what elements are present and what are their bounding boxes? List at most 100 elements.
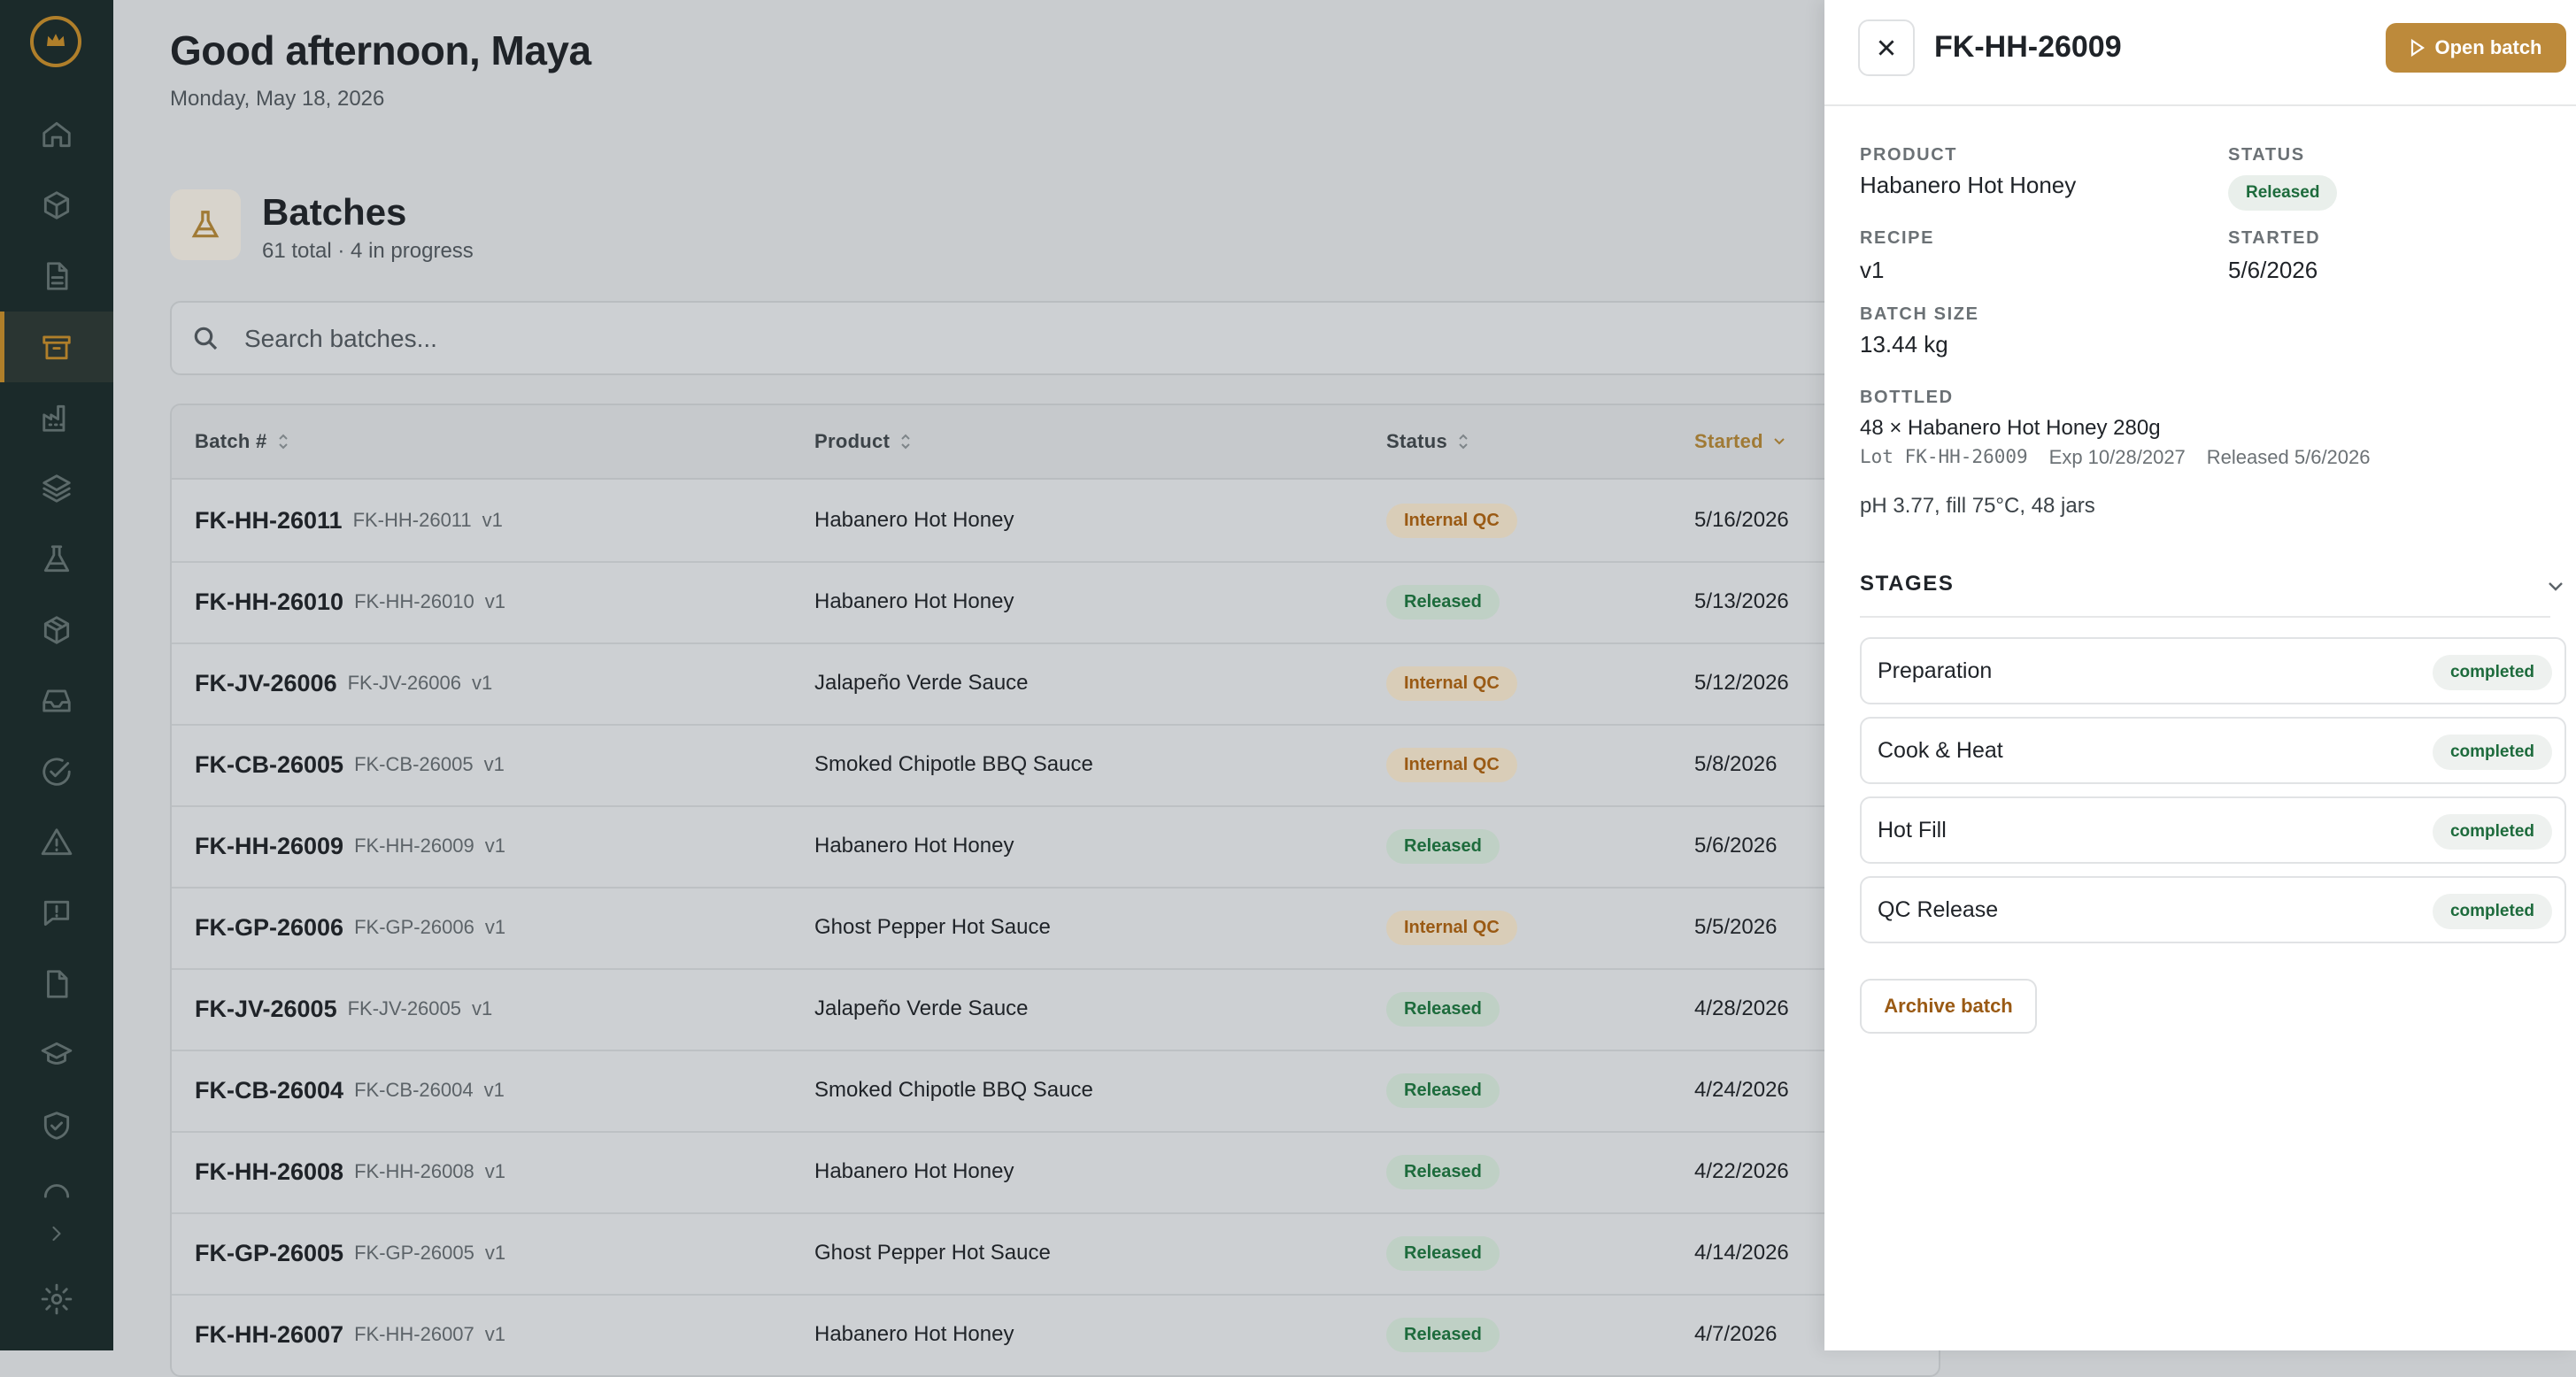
sidebar-item-issues[interactable] xyxy=(0,878,113,949)
status-cell: Released xyxy=(1386,1294,1500,1375)
file-icon xyxy=(47,970,68,998)
sidebar-item-documents[interactable] xyxy=(0,949,113,1019)
sidebar-item-inbox[interactable] xyxy=(0,665,113,736)
table-row[interactable]: FK-HH-26009 FK-HH-26009 v1 Habanero Hot Hon… xyxy=(172,805,1939,889)
sidebar-item-products[interactable] xyxy=(0,170,113,241)
batch-code: FK-HH-26010 xyxy=(354,590,474,612)
recipe-version: v1 xyxy=(484,1323,506,1345)
column-header-started[interactable]: Started xyxy=(1694,430,1786,453)
check-circle-icon xyxy=(42,758,71,786)
sidebar-item-quality[interactable] xyxy=(0,736,113,807)
status-cell: Released xyxy=(1386,805,1500,887)
batch-number: FK-CB-26004 xyxy=(195,1076,344,1104)
batch-size-value: 13.44 kg xyxy=(1860,331,1948,358)
batch-code: FK-HH-26008 xyxy=(354,1160,474,1182)
product-label: PRODUCT xyxy=(1860,145,1958,165)
table-row[interactable]: FK-HH-26011 FK-HH-26011 v1 Habanero Hot Hon… xyxy=(172,480,1939,563)
open-batch-button[interactable]: Open batch xyxy=(2386,23,2566,73)
sidebar-item-production[interactable] xyxy=(0,382,113,453)
stages-section-toggle[interactable]: STAGES xyxy=(1860,570,2563,618)
product-cell: Jalapeño Verde Sauce xyxy=(814,671,1029,695)
batch-code: FK-CB-26005 xyxy=(354,753,474,775)
column-header-batch[interactable]: Batch # xyxy=(195,430,290,453)
lot-number: Lot FK-HH-26009 xyxy=(1860,446,2028,467)
column-header-status[interactable]: Status xyxy=(1386,430,1470,453)
table-row[interactable]: FK-GP-26006 FK-GP-26006 v1 Ghost Pepper Hot… xyxy=(172,887,1939,970)
sidebar-item-alerts[interactable] xyxy=(0,807,113,878)
stage-item[interactable]: Cook & Heat completed xyxy=(1860,717,2566,784)
table-row[interactable]: FK-GP-26005 FK-GP-26005 v1 Ghost Pepper Hot… xyxy=(172,1212,1939,1296)
released-date: Released 5/6/2026 xyxy=(2206,446,2371,468)
brand-logo[interactable] xyxy=(30,16,81,67)
status-badge: Internal QC xyxy=(1386,503,1517,538)
batch-number: FK-HH-26007 xyxy=(195,1320,344,1348)
sidebar-item-lab[interactable] xyxy=(0,524,113,595)
sidebar-item-home[interactable] xyxy=(0,99,113,170)
stage-item[interactable]: Hot Fill completed xyxy=(1860,796,2566,864)
warning-icon xyxy=(41,828,73,856)
close-drawer-button[interactable] xyxy=(1858,19,1915,76)
recipe-version: v1 xyxy=(484,590,506,612)
lot-details: Lot FK-HH-26009 Exp 10/28/2027 Released … xyxy=(1860,446,2371,469)
sidebar-item-packages[interactable] xyxy=(0,595,113,665)
status-badge: Released xyxy=(1386,1073,1500,1108)
batch-number: FK-HH-26008 xyxy=(195,1158,344,1185)
batch-code: FK-JV-26005 xyxy=(347,997,461,1019)
sidebar-expand-button[interactable] xyxy=(0,1198,113,1269)
started-cell: 4/7/2026 xyxy=(1694,1322,1778,1346)
batch-number: FK-CB-26005 xyxy=(195,750,344,778)
recipe-version: v1 xyxy=(472,672,493,694)
recipe-version: v1 xyxy=(472,997,493,1019)
table-row[interactable]: FK-HH-26010 FK-HH-26010 v1 Habanero Hot Hon… xyxy=(172,561,1939,644)
product-cell: Habanero Hot Honey xyxy=(814,1322,1014,1346)
status-label: STATUS xyxy=(2228,145,2305,165)
sidebar-item-training[interactable] xyxy=(0,1019,113,1090)
chevron-down-icon xyxy=(2549,582,2563,591)
batch-cell: FK-GP-26006 FK-GP-26006 v1 xyxy=(195,887,505,968)
recipe-version: v1 xyxy=(484,916,506,938)
search-input[interactable] xyxy=(243,315,1839,363)
sidebar-item-recipes[interactable] xyxy=(0,241,113,312)
status-badge: Internal QC xyxy=(1386,747,1517,782)
table-row[interactable]: FK-HH-26007 FK-HH-26007 v1 Habanero Hot Hon… xyxy=(172,1294,1939,1375)
batch-notes: pH 3.77, fill 75°C, 48 jars xyxy=(1860,494,2095,518)
batch-cell: FK-HH-26011 FK-HH-26011 v1 xyxy=(195,480,503,561)
status-cell: Internal QC xyxy=(1386,724,1517,805)
bottled-value: 48 × Habanero Hot Honey 280g xyxy=(1860,416,2161,440)
flask-icon xyxy=(191,211,220,238)
stage-item[interactable]: Preparation completed xyxy=(1860,637,2566,704)
page-greeting: Good afternoon, Maya xyxy=(170,27,591,73)
table-header: Batch # Product Status Started xyxy=(172,405,1939,480)
sidebar-item-more[interactable] xyxy=(0,1165,113,1200)
status-badge: Released xyxy=(1386,584,1500,619)
table-row[interactable]: FK-CB-26004 FK-CB-26004 v1 Smoked Chipotle … xyxy=(172,1050,1939,1133)
document-icon xyxy=(47,262,68,290)
batch-number: FK-GP-26006 xyxy=(195,913,344,941)
crown-icon xyxy=(47,34,65,46)
stage-name: Preparation xyxy=(1878,658,1993,683)
sidebar-item-settings[interactable] xyxy=(0,1264,113,1335)
archive-batch-button[interactable]: Archive batch xyxy=(1860,979,2037,1034)
batch-detail-drawer: FK-HH-26009 Open batch PRODUCT Habanero … xyxy=(1824,0,2576,1350)
stage-item[interactable]: QC Release completed xyxy=(1860,876,2566,943)
sidebar-item-compliance[interactable] xyxy=(0,1090,113,1161)
sidebar-item-inventory[interactable] xyxy=(0,453,113,524)
batch-code: FK-HH-26011 xyxy=(352,509,472,531)
column-header-product[interactable]: Product xyxy=(814,430,913,453)
table-row[interactable]: FK-JV-26005 FK-JV-26005 v1 Jalapeño Verde S… xyxy=(172,968,1939,1051)
table-row[interactable]: FK-HH-26008 FK-HH-26008 v1 Habanero Hot Hon… xyxy=(172,1131,1939,1214)
batches-table: Batch # Product Status Started FK-HH-260… xyxy=(170,404,1940,1377)
started-cell: 4/28/2026 xyxy=(1694,996,1789,1020)
status-badge: Released xyxy=(2228,175,2338,211)
play-icon xyxy=(2411,39,2426,57)
loader-icon xyxy=(43,1184,70,1198)
sidebar-item-batches[interactable] xyxy=(0,312,113,382)
table-row[interactable]: FK-CB-26005 FK-CB-26005 v1 Smoked Chipotle … xyxy=(172,724,1939,807)
settings-icon xyxy=(41,1283,73,1315)
sort-icon xyxy=(1459,434,1468,450)
status-cell: Released xyxy=(1386,1212,1500,1294)
inbox-icon xyxy=(42,689,71,712)
product-cell: Habanero Hot Honey xyxy=(814,1159,1014,1183)
table-row[interactable]: FK-JV-26006 FK-JV-26006 v1 Jalapeño Verde S… xyxy=(172,642,1939,726)
recipe-version: v1 xyxy=(482,509,503,531)
